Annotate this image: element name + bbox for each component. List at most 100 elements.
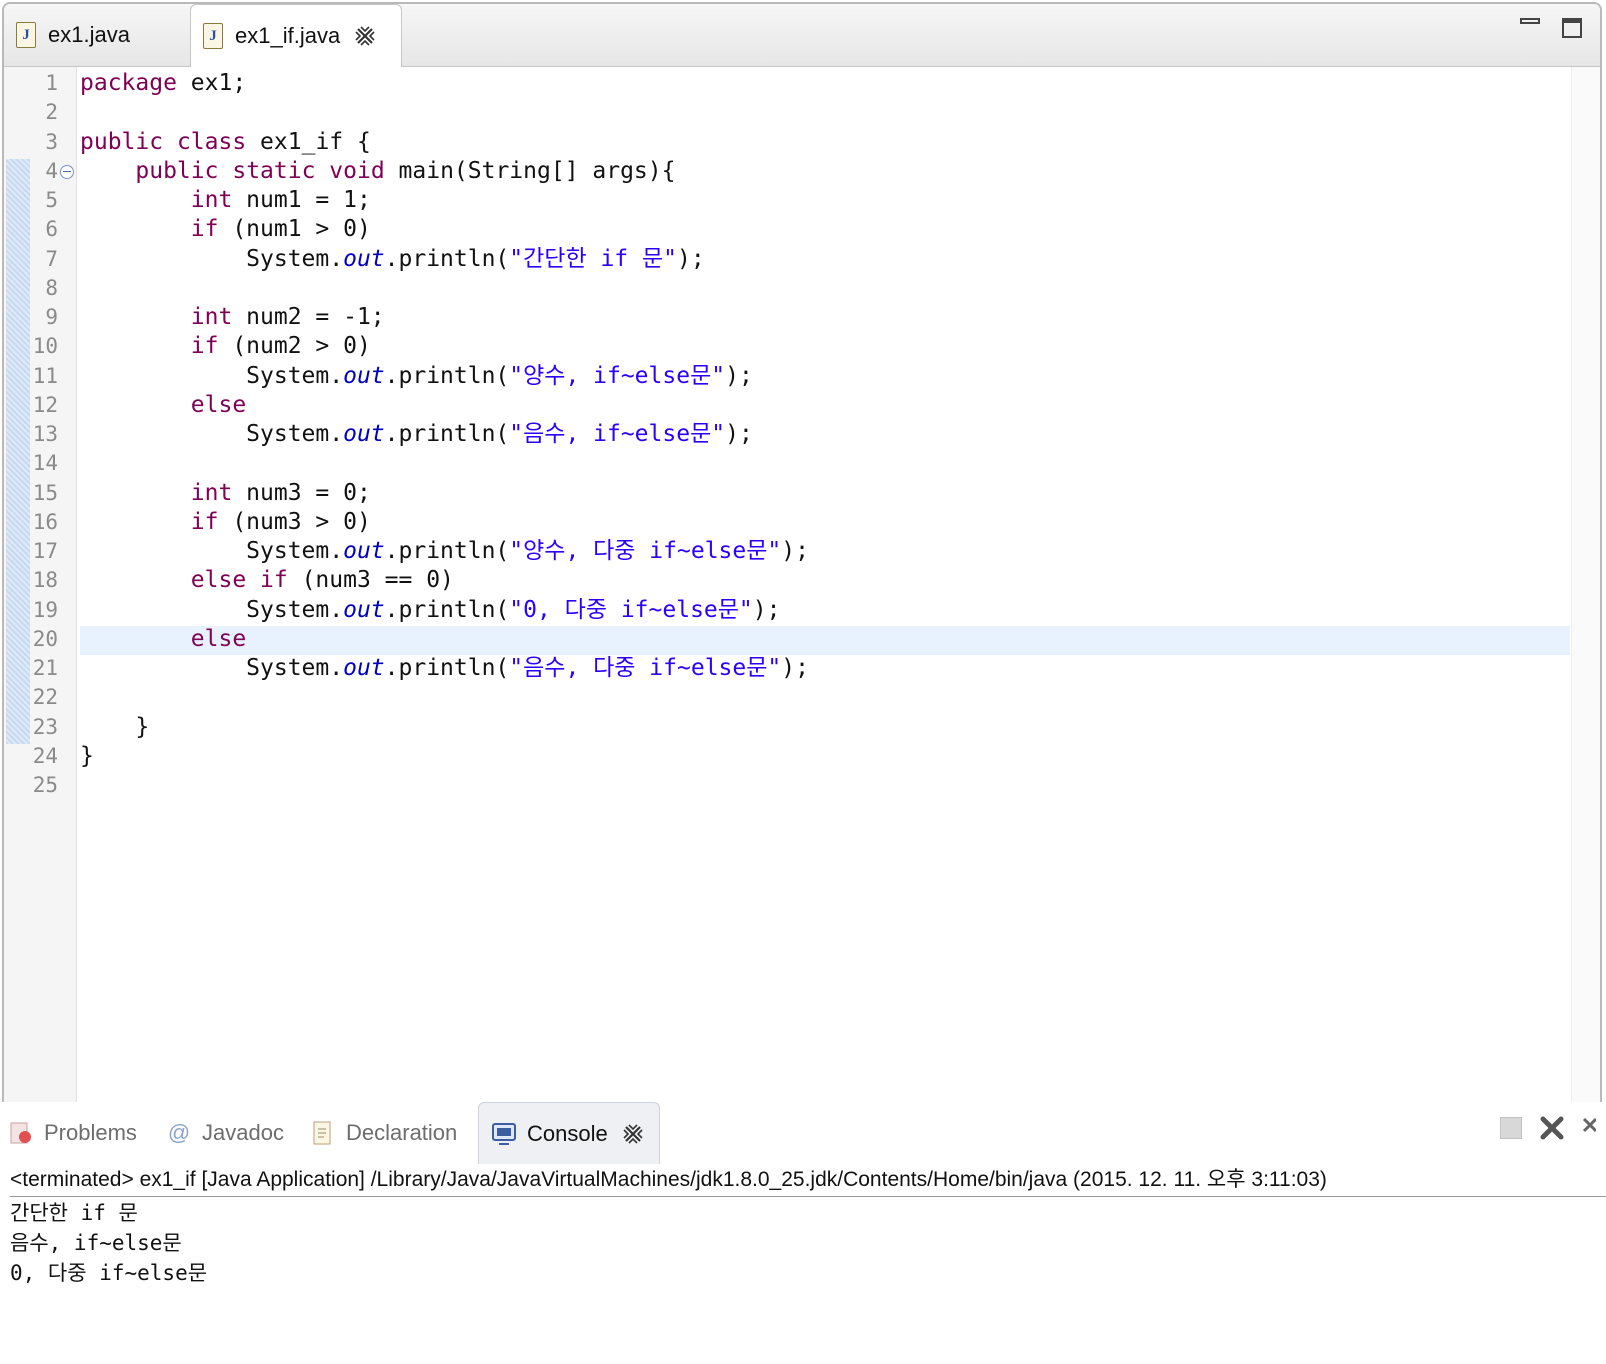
line-number: 13 (32, 422, 58, 446)
code-area[interactable]: package ex1; public class ex1_if { public… (80, 67, 1570, 1116)
line-number: 23 (32, 714, 58, 739)
tab-label: Javadoc (202, 1120, 284, 1145)
line-number: 7 (45, 246, 58, 271)
code-token: (num2 > 0) (218, 333, 371, 360)
code-line[interactable]: package ex1; (80, 69, 246, 98)
code-token: .println( (384, 596, 510, 623)
line-number: 8 (45, 275, 58, 300)
line-number: 12 (32, 392, 58, 417)
line-number: 16 (32, 509, 58, 534)
code-token: System. (80, 421, 344, 447)
string-token: "음수, 다중 if~else문" (509, 655, 782, 681)
code-line[interactable]: if (num2 > 0) (80, 332, 371, 361)
line-number: 11 (32, 363, 58, 388)
field-token: out (343, 245, 385, 272)
code-line[interactable]: } (80, 713, 149, 742)
bottom-panel-tab-bar: Problems @ Javadoc Declaration Console (0, 1102, 1606, 1164)
code-line[interactable]: else if (num3 == 0) (80, 566, 454, 595)
code-line[interactable]: System.out.println("0, 다중 if~else문"); (80, 596, 780, 625)
line-number: 18 (32, 568, 58, 593)
code-token: System. (80, 538, 344, 564)
code-line[interactable]: int num1 = 1; (80, 186, 371, 215)
keyword-token: package (80, 70, 177, 96)
field-token: out (343, 421, 385, 447)
keyword-token: else (190, 567, 247, 594)
vertical-scrollbar[interactable] (1571, 67, 1600, 1116)
line-number: 6 (45, 217, 58, 242)
minimize-icon[interactable] (1520, 18, 1540, 24)
code-line[interactable]: if (num1 > 0) (80, 215, 371, 244)
keyword-token: if (260, 567, 288, 594)
code-line[interactable]: System.out.println("간단한 if 문"); (80, 245, 705, 274)
code-line[interactable]: else (80, 625, 246, 654)
code-token: num1 = 1; (232, 187, 371, 213)
string-token: "간단한 if 문" (509, 245, 678, 272)
field-token: out (343, 362, 385, 389)
remove-launch-icon[interactable] (1538, 1114, 1566, 1142)
code-token: .println( (384, 538, 510, 564)
console-output-line: 간단한 if 문 (10, 1201, 138, 1225)
field-token: out (343, 538, 385, 564)
code-editor[interactable]: 1 2 3 4 5 6 7 8 9 10 11 12 13 14 15 16 17 18 19 20 21 22 23 24 2… (4, 67, 1600, 1116)
declaration-icon (310, 1120, 336, 1146)
editor-view: J ex1.java J ex1_if.java 1 2 3 4 5 6 7 8 9 10 11 12… (2, 2, 1602, 1118)
code-token: ); (781, 538, 809, 564)
problems-icon (8, 1120, 34, 1146)
tab-label: ex1.java (48, 22, 130, 47)
remove-all-icon[interactable] (1582, 1114, 1596, 1142)
code-line[interactable]: System.out.println("음수, 다중 if~else문"); (80, 654, 809, 683)
close-icon[interactable] (354, 25, 376, 47)
code-line[interactable]: System.out.println("음수, if~else문"); (80, 420, 753, 449)
tab-console[interactable]: Console (478, 1102, 660, 1164)
keyword-token: if (190, 216, 219, 243)
keyword-token: public (135, 157, 219, 184)
tab-problems[interactable]: Problems (8, 1102, 137, 1164)
fold-collapse-icon[interactable] (60, 164, 74, 179)
code-token: (num3 > 0) (218, 508, 371, 535)
code-line[interactable]: int num3 = 0; (80, 479, 371, 508)
code-line[interactable]: int num2 = -1; (80, 303, 385, 332)
maximize-icon[interactable] (1562, 18, 1582, 38)
line-number: 20 (32, 626, 58, 651)
code-token: main(String[] args){ (384, 157, 676, 184)
code-token: System. (80, 362, 344, 389)
tab-ex1-if-java[interactable]: J ex1_if.java (190, 4, 402, 67)
line-number: 5 (45, 188, 58, 212)
code-token: ); (781, 655, 809, 681)
code-line[interactable]: } (80, 742, 94, 771)
code-line[interactable]: System.out.println("양수, 다중 if~else문"); (80, 537, 809, 566)
code-line[interactable]: else (80, 391, 246, 420)
code-token: ex1_if { (246, 128, 371, 155)
string-token: "양수, 다중 if~else문" (509, 538, 782, 564)
line-number: 21 (32, 656, 58, 680)
line-number: 15 (32, 480, 58, 505)
code-token: .println( (384, 421, 510, 447)
javadoc-icon: @ (167, 1120, 191, 1145)
field-token: out (343, 596, 385, 623)
keyword-token: int (190, 479, 233, 506)
code-token: .println( (384, 245, 510, 272)
code-line[interactable]: if (num3 > 0) (80, 508, 371, 537)
line-number: 25 (32, 773, 58, 797)
code-line[interactable]: System.out.println("양수, if~else문"); (80, 362, 753, 391)
line-number: 10 (32, 334, 58, 359)
tab-declaration[interactable]: Declaration (310, 1102, 457, 1164)
terminate-icon[interactable] (1500, 1117, 1522, 1139)
tab-javadoc[interactable]: @ Javadoc (166, 1102, 284, 1164)
code-line[interactable]: public static void main(String[] args){ (80, 157, 675, 186)
close-icon[interactable] (622, 1123, 644, 1145)
code-line[interactable]: public class ex1_if { (80, 128, 371, 157)
line-number: 4 (45, 158, 58, 183)
console-output[interactable]: 간단한 if 문 음수, if~else문 0, 다중 if~else문 (10, 1198, 207, 1288)
code-token: .println( (384, 362, 510, 389)
string-token: "0, 다중 if~else문" (509, 596, 753, 623)
keyword-token: public (80, 128, 164, 155)
tab-ex1-java[interactable]: J ex1.java (4, 4, 190, 66)
